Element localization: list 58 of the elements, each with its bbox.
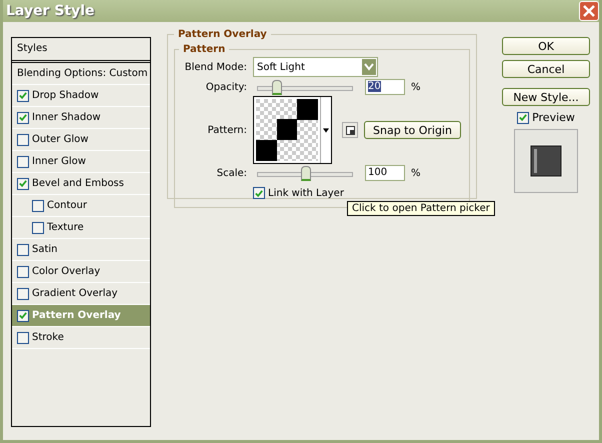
tooltip: Click to open Pattern picker [347,201,495,216]
unit-label: % [411,82,421,92]
style-item[interactable]: Texture [12,217,150,239]
checkbox[interactable] [17,134,29,146]
style-item[interactable]: Inner Glow [12,151,150,173]
checkbox[interactable] [17,90,29,102]
field-label: Scale: [216,168,247,178]
dialog-button[interactable]: OK [502,37,590,55]
pattern-picker[interactable] [253,96,332,164]
checkbox[interactable] [17,288,29,300]
style-item[interactable]: Contour [12,195,150,217]
layer-preview-icon [530,145,562,177]
style-item[interactable]: Stroke [12,327,150,349]
close-icon [582,4,596,18]
checkbox[interactable] [17,310,29,322]
checkbox-label: Preview [532,111,575,124]
checkbox[interactable] [17,332,29,344]
new-preset-button[interactable] [342,122,358,138]
checkbox[interactable] [17,178,29,190]
snap-to-origin-button[interactable]: Snap to Origin [364,121,461,139]
field-label: Pattern: [206,124,247,136]
checkbox[interactable] [32,200,44,212]
scale-field[interactable]: 100 [365,165,405,181]
checkbox[interactable] [253,187,265,199]
panel-title: Pattern Overlay [177,29,268,40]
close-button[interactable] [579,1,599,21]
slider-thumb[interactable] [272,80,282,94]
checkbox[interactable] [17,156,29,168]
style-item[interactable]: Blending Options: Custom [12,63,150,85]
group-title: Pattern [182,44,226,55]
pattern-thumbnail-drawing [256,99,318,161]
style-item[interactable]: Drop Shadow [12,85,150,107]
page-icon [346,126,354,134]
style-item[interactable]: Bevel and Emboss [12,173,150,195]
checkbox-label: Link with Layer [268,188,344,198]
opacity-slider[interactable] [257,80,353,94]
caret-icon [323,128,329,132]
unit-label: % [411,168,421,178]
style-item[interactable]: Outer Glow [12,129,150,151]
slider-thumb[interactable] [301,166,311,180]
dialog-button[interactable]: New Style... [502,88,590,106]
style-item[interactable]: Satin [12,239,150,261]
list-header: Styles [12,38,150,63]
scale-slider[interactable] [257,166,353,180]
chevron-down-icon [364,63,374,71]
style-item[interactable]: Color Overlay [12,261,150,283]
checkbox[interactable] [517,112,530,124]
blend-mode-dropdown[interactable]: Soft Light [253,57,378,77]
style-item[interactable]: Inner Shadow [12,107,150,129]
field-label: Opacity: [204,82,247,92]
checkbox[interactable] [17,112,29,124]
checkbox[interactable] [17,266,29,278]
dialog-button[interactable]: Cancel [502,60,590,78]
checkbox[interactable] [32,222,44,234]
window-title: Layer Style [6,3,95,19]
field-label: Blend Mode: [184,62,247,72]
checkbox[interactable] [17,244,29,256]
opacity-field[interactable]: 20 [365,79,405,95]
